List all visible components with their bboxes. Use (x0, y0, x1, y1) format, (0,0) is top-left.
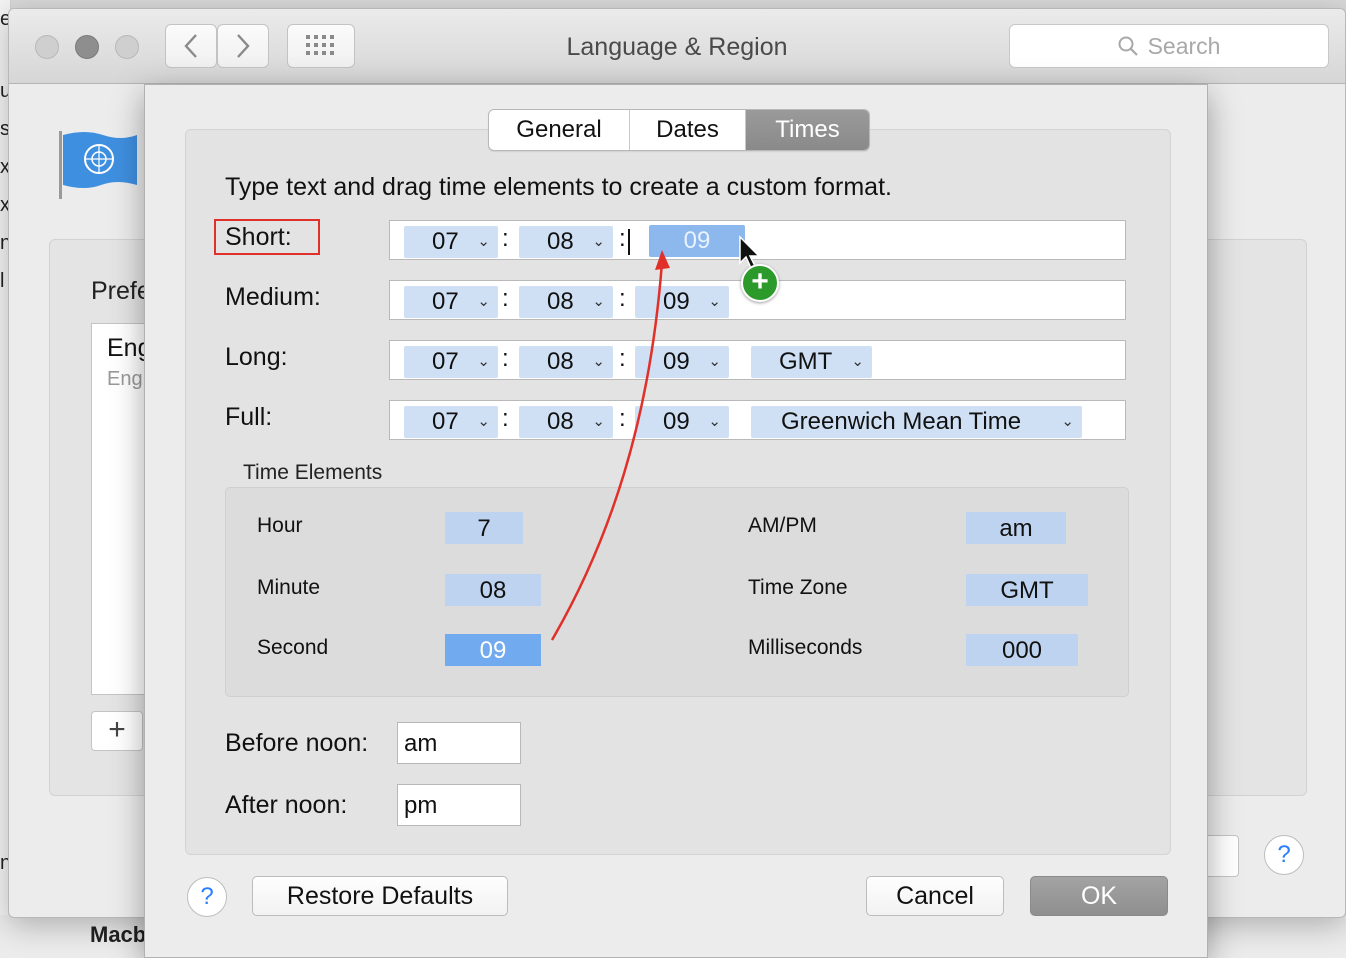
second-element[interactable]: 09 (445, 634, 541, 666)
chevron-down-icon[interactable]: ⌄ (851, 346, 864, 378)
ampm-element[interactable]: am (966, 512, 1066, 544)
hour-token[interactable]: 07 ⌄ (404, 346, 498, 378)
time-zone-token[interactable]: Greenwich Mean Time ⌄ (751, 406, 1082, 438)
time-zone-token[interactable]: GMT ⌄ (751, 346, 872, 378)
short-label-annotation-box (214, 219, 320, 255)
chevron-down-icon[interactable]: ⌄ (592, 286, 605, 318)
minute-token[interactable]: 08 ⌄ (519, 406, 613, 438)
separator: : (502, 405, 509, 432)
tab-bar: General Dates Times (488, 109, 870, 151)
hour-token-value: 07 (432, 228, 459, 255)
help-button[interactable]: ? (187, 877, 227, 917)
hour-element-label: Hour (257, 514, 303, 537)
preferred-languages-label: Prefe (91, 277, 151, 305)
minute-token[interactable]: 08 ⌄ (519, 286, 613, 318)
title-bar: Language & Region Search (9, 9, 1345, 84)
minute-token-value: 08 (547, 288, 574, 315)
minute-element-label: Minute (257, 576, 321, 599)
long-format-label: Long: (225, 343, 288, 371)
second-token-value: 09 (663, 348, 690, 375)
medium-format-label: Medium: (225, 283, 321, 311)
minute-token-value: 08 (547, 348, 574, 375)
chevron-down-icon[interactable]: ⌄ (592, 226, 605, 258)
hour-element[interactable]: 7 (445, 512, 523, 544)
hour-token[interactable]: 07 ⌄ (404, 226, 498, 258)
milliseconds-element[interactable]: 000 (966, 634, 1078, 666)
search-field[interactable]: Search (1009, 24, 1329, 68)
minute-token[interactable]: 08 ⌄ (519, 226, 613, 258)
time-zone-token-value: GMT (779, 348, 833, 375)
after-noon-label: After noon: (225, 791, 348, 819)
hour-token-value: 07 (432, 348, 459, 375)
tab-dates[interactable]: Dates (630, 110, 746, 150)
separator: : (619, 345, 626, 372)
chevron-down-icon[interactable]: ⌄ (708, 346, 721, 378)
chevron-down-icon[interactable]: ⌄ (1061, 406, 1074, 438)
dragged-second-token[interactable]: 09 (649, 225, 745, 257)
separator: : (619, 405, 626, 432)
background-letter: l (0, 270, 5, 292)
text-cursor (628, 229, 630, 255)
separator: : (502, 345, 509, 372)
long-format-field[interactable]: 07 ⌄ : 08 ⌄ : 09 ⌄ GMT ⌄ (389, 340, 1126, 380)
chevron-down-icon[interactable]: ⌄ (592, 346, 605, 378)
minute-token-value: 08 (547, 228, 574, 255)
time-zone-token-value: Greenwich Mean Time (781, 408, 1022, 435)
chevron-down-icon[interactable]: ⌄ (592, 406, 605, 438)
advanced-times-sheet: General Dates Times Type text and drag t… (144, 84, 1208, 958)
before-noon-label: Before noon: (225, 729, 369, 757)
chevron-down-icon[interactable]: ⌄ (477, 226, 490, 258)
background-window-text: Macb (90, 922, 147, 947)
language-item-subtitle: Eng (107, 368, 143, 390)
hour-token-value: 07 (432, 408, 459, 435)
instruction-text: Type text and drag time elements to crea… (225, 173, 892, 201)
cancel-button[interactable]: Cancel (866, 876, 1004, 916)
second-token[interactable]: 09 ⌄ (635, 406, 729, 438)
separator: : (619, 225, 626, 252)
full-format-label: Full: (225, 403, 273, 431)
minute-element[interactable]: 08 (445, 574, 541, 606)
ampm-element-label: AM/PM (748, 514, 817, 537)
separator: : (619, 285, 626, 312)
full-format-field[interactable]: 07 ⌄ : 08 ⌄ : 09 ⌄ Greenwich Mean Time ⌄ (389, 400, 1126, 440)
separator: : (502, 225, 509, 252)
chevron-down-icon[interactable]: ⌄ (477, 406, 490, 438)
tab-general[interactable]: General (489, 110, 630, 150)
time-zone-element-label: Time Zone (748, 576, 848, 599)
minute-token[interactable]: 08 ⌄ (519, 346, 613, 378)
ok-button[interactable]: OK (1030, 876, 1168, 916)
chevron-down-icon[interactable]: ⌄ (477, 286, 490, 318)
minute-token-value: 08 (547, 408, 574, 435)
search-icon (1118, 36, 1138, 56)
add-language-button[interactable]: + (91, 711, 143, 751)
second-token[interactable]: 09 ⌄ (635, 346, 729, 378)
restore-defaults-button[interactable]: Restore Defaults (252, 876, 508, 916)
tab-times[interactable]: Times (746, 110, 869, 150)
united-nations-flag-icon (59, 131, 137, 199)
copy-plus-icon: + (741, 264, 779, 302)
hour-token[interactable]: 07 ⌄ (404, 286, 498, 318)
time-zone-element[interactable]: GMT (966, 574, 1088, 606)
main-help-button[interactable]: ? (1264, 835, 1304, 875)
before-noon-field[interactable]: am (397, 722, 521, 764)
separator: : (502, 285, 509, 312)
second-element-label: Second (257, 636, 329, 659)
milliseconds-element-label: Milliseconds (748, 636, 863, 659)
after-noon-field[interactable]: pm (397, 784, 521, 826)
hour-token-value: 07 (432, 288, 459, 315)
chevron-down-icon[interactable]: ⌄ (708, 286, 721, 318)
chevron-down-icon[interactable]: ⌄ (708, 406, 721, 438)
second-token-value: 09 (663, 288, 690, 315)
search-placeholder: Search (1147, 32, 1221, 59)
hour-token[interactable]: 07 ⌄ (404, 406, 498, 438)
chevron-down-icon[interactable]: ⌄ (477, 346, 490, 378)
time-elements-box: Hour 7 Minute 08 Second 09 AM/PM am Time… (225, 487, 1129, 697)
time-elements-title: Time Elements (243, 461, 383, 484)
second-token-value: 09 (663, 408, 690, 435)
second-token[interactable]: 09 ⌄ (635, 286, 729, 318)
